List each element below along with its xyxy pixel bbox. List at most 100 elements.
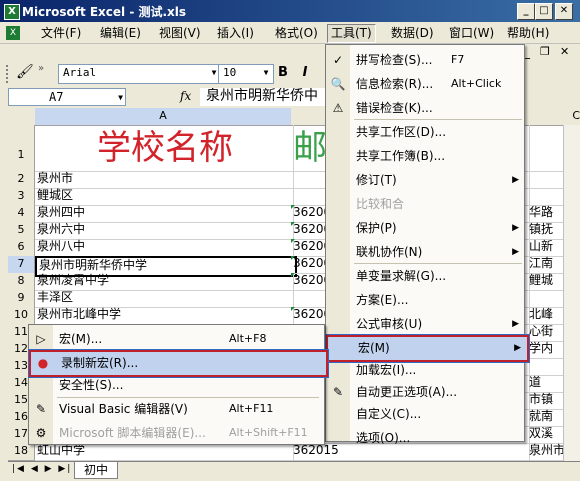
tools-menu-item[interactable]: 自定义(C)...: [326, 403, 525, 426]
macro-menu-item: ⚙ Microsoft 脚本编辑器(E)... Alt+Shift+F11: [29, 422, 324, 445]
cell-a[interactable]: 丰泽区: [35, 290, 294, 308]
doc-restore-icon[interactable]: ❐: [540, 45, 550, 58]
minimize-button[interactable]: _: [517, 3, 535, 20]
shortcut-label: Alt+F11: [229, 402, 274, 415]
tools-menu-item-label: 拼写检查(S)...: [356, 53, 433, 67]
cell-a[interactable]: 虹山中学: [35, 443, 294, 461]
tools-menu-item[interactable]: 保护(P) ▶: [326, 217, 525, 240]
tools-menu-item-label: 自定义(C)...: [356, 407, 422, 421]
italic-button[interactable]: I: [296, 64, 314, 82]
macro-menu-item[interactable]: 安全性(S)...: [29, 374, 324, 397]
select-all-corner[interactable]: [8, 108, 36, 126]
shortcut-label: Alt+Shift+F11: [229, 426, 308, 439]
tools-menu-item[interactable]: 共享工作簿(B)...: [326, 145, 525, 168]
macro-menu-item-label: 录制新宏(R)...: [61, 356, 139, 370]
chevron-down-icon[interactable]: ▼: [118, 90, 123, 106]
format-painter-icon[interactable]: 🖌: [16, 64, 34, 80]
sheet-tab-bar: |◀ ◀ ▶ ▶| 初中: [8, 461, 580, 481]
menu-file[interactable]: 文件(F): [38, 25, 84, 42]
column-header-a[interactable]: A: [35, 108, 292, 126]
formula-input[interactable]: 泉州市明新华侨中: [200, 88, 325, 106]
cell-a[interactable]: 泉州八中: [35, 239, 294, 257]
research-icon: 🔍: [330, 77, 346, 91]
tools-menu-item-label: 宏(M): [358, 341, 390, 355]
tools-menu-item[interactable]: 公式审核(U) ▶: [326, 313, 525, 336]
tools-menu-item[interactable]: 🔍 信息检索(R)... Alt+Click: [326, 73, 525, 96]
row-header[interactable]: 8: [8, 273, 35, 291]
tools-menu-item[interactable]: ✓ 拼写检查(S)... F7: [326, 49, 525, 72]
menu-view[interactable]: 视图(V): [156, 25, 204, 42]
tools-menu-item[interactable]: 宏(M) ▶: [325, 334, 530, 363]
menu-tools[interactable]: 工具(T): [327, 24, 376, 43]
tools-menu-item-label: 信息检索(R)...: [356, 77, 434, 91]
name-box[interactable]: A7 ▼: [8, 88, 126, 106]
sheet-nav-arrows-icon[interactable]: |◀ ◀ ▶ ▶|: [12, 464, 72, 474]
submenu-arrow-icon: ▶: [512, 175, 519, 185]
row-header[interactable]: 3: [8, 188, 35, 206]
menu-data[interactable]: 数据(D): [388, 25, 437, 42]
tools-menu-item-label: 比较和合: [356, 197, 405, 211]
font-size-select[interactable]: 10 ▼: [218, 64, 274, 84]
row-header[interactable]: 1: [8, 125, 35, 172]
row-header[interactable]: 9: [8, 290, 35, 308]
row-header[interactable]: 18: [8, 443, 35, 461]
row-header[interactable]: 2: [8, 171, 35, 189]
toolbar-grip[interactable]: [6, 65, 9, 83]
cell-a[interactable]: 泉州四中: [35, 205, 294, 223]
tools-menu-item-label: 共享工作区(D)...: [356, 125, 447, 139]
tools-menu-item: 比较和合: [326, 193, 525, 216]
close-button[interactable]: ✕: [555, 3, 573, 20]
menu-insert[interactable]: 插入(I): [214, 25, 257, 42]
cell-a[interactable]: 泉州市: [35, 171, 294, 189]
menu-help[interactable]: 帮助(H): [504, 25, 552, 42]
tools-menu-item[interactable]: ⚠ 错误检查(K)...: [326, 97, 525, 120]
fx-icon[interactable]: fx: [180, 89, 191, 103]
macro-menu-item[interactable]: ▷ 宏(M)... Alt+F8: [29, 328, 324, 351]
row-header[interactable]: 4: [8, 205, 35, 223]
vertical-scrollbar[interactable]: [563, 125, 580, 461]
error-indicator-icon: [291, 273, 295, 277]
tools-menu-item[interactable]: 选项(O)...: [326, 427, 525, 450]
column-header-c[interactable]: C: [527, 108, 580, 126]
doc-close-icon[interactable]: ✕: [560, 45, 569, 58]
font-size-value: 10: [223, 66, 237, 79]
spellcheck-icon: ✓: [332, 53, 344, 67]
cell-a[interactable]: 泉州凌霄中学: [35, 273, 294, 291]
row-header[interactable]: 7: [8, 256, 35, 274]
row-header[interactable]: 10: [8, 307, 35, 325]
macro-menu-item[interactable]: ● 录制新宏(R)...: [28, 349, 329, 378]
tools-menu-item[interactable]: ✎ 自动更正选项(A)...: [326, 381, 525, 404]
maximize-button[interactable]: □: [535, 3, 553, 20]
tools-menu-item-label: 方案(E)...: [356, 293, 409, 307]
macro-submenu: ▷ 宏(M)... Alt+F8 ● 录制新宏(R)... 安全性(S)... ✎ Visua…: [28, 324, 329, 445]
chevron-down-icon[interactable]: ▼: [260, 66, 272, 80]
menu-separator: [57, 397, 319, 398]
tools-menu-item[interactable]: 方案(E)...: [326, 289, 525, 312]
tools-menu-item[interactable]: 单变量求解(G)...: [326, 265, 525, 288]
toolbar-options-icon[interactable]: »: [38, 63, 44, 74]
cell-a[interactable]: 鲤城区: [35, 188, 294, 206]
menu-edit[interactable]: 编辑(E): [97, 25, 144, 42]
tools-menu-item[interactable]: 共享工作区(D)...: [326, 121, 525, 144]
record-icon: ●: [37, 356, 49, 370]
tools-menu-item[interactable]: 加载宏(I)...: [326, 359, 525, 382]
name-box-value: A7: [49, 90, 64, 104]
row-header[interactable]: 6: [8, 239, 35, 257]
cell-a[interactable]: 泉州市北峰中学: [35, 307, 294, 325]
menu-window[interactable]: 窗口(W): [446, 25, 497, 42]
play-icon: ▷: [36, 332, 46, 346]
bold-button[interactable]: B: [274, 64, 292, 82]
workbook-icon[interactable]: X: [6, 26, 20, 40]
tools-menu-item[interactable]: 修订(T) ▶: [326, 169, 525, 192]
cell-a[interactable]: 学校名称: [35, 125, 294, 172]
macro-menu-item[interactable]: ✎ Visual Basic 编辑器(V) Alt+F11: [29, 398, 324, 421]
sheet-tab[interactable]: 初中: [74, 462, 118, 479]
menu-format[interactable]: 格式(O): [272, 25, 321, 42]
macro-menu-item-label: Visual Basic 编辑器(V): [59, 402, 188, 416]
tools-menu-item-label: 共享工作簿(B)...: [356, 149, 446, 163]
font-select[interactable]: Arial ▼: [58, 64, 222, 84]
cell-a[interactable]: 泉州六中: [35, 222, 294, 240]
submenu-arrow-icon: ▶: [514, 343, 521, 353]
row-header[interactable]: 5: [8, 222, 35, 240]
tools-menu-item[interactable]: 联机协作(N) ▶: [326, 241, 525, 264]
